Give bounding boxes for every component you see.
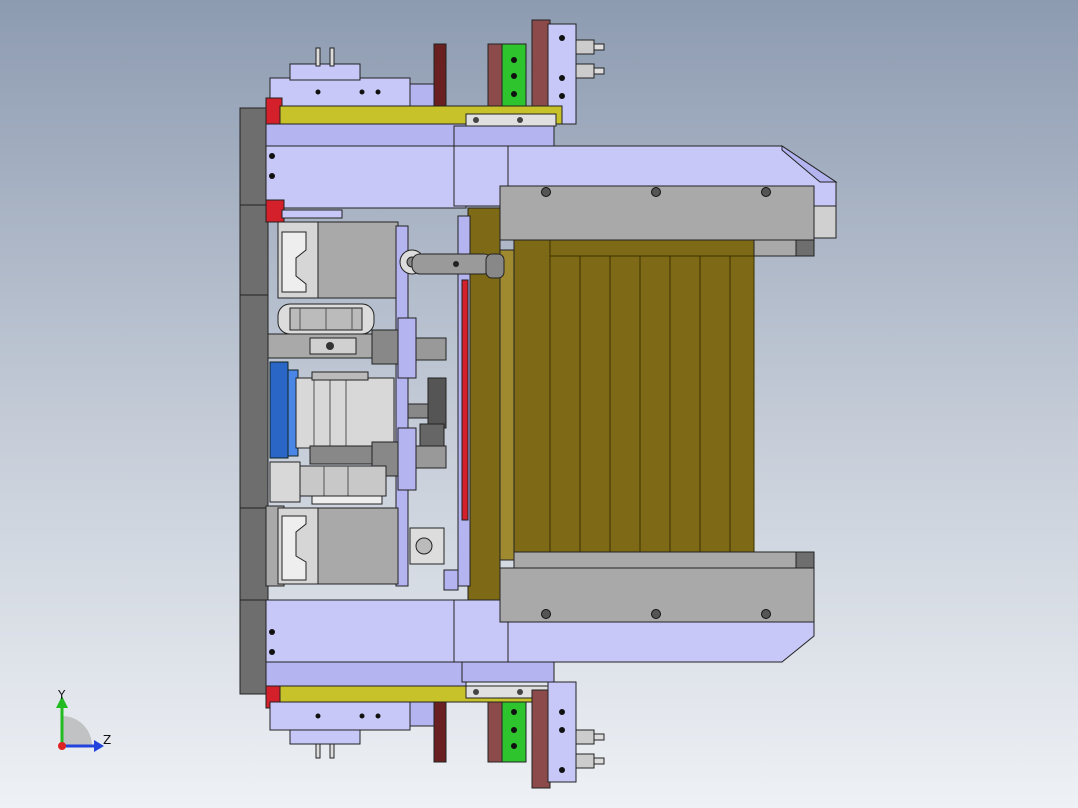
bottom-box-screw-2 xyxy=(651,609,661,619)
servo-motor xyxy=(295,371,395,449)
triad-y-label: Y xyxy=(57,688,66,702)
bottom-green-block xyxy=(501,701,527,763)
bottom-right-clamp xyxy=(547,681,605,783)
bottom-brown-post-right xyxy=(531,689,551,789)
cylinder-upper xyxy=(371,317,447,379)
left-base-plate xyxy=(239,107,269,695)
bottom-box-screw-3 xyxy=(761,609,771,619)
triad-x-axis xyxy=(58,742,66,750)
upper-rail-block xyxy=(265,199,399,299)
top-green-block xyxy=(501,43,527,107)
top-box-screw-1 xyxy=(541,187,551,197)
top-box-screw-2 xyxy=(651,187,661,197)
cad-viewport[interactable]: Y Z xyxy=(0,0,1078,808)
top-brown-post-left xyxy=(487,43,503,107)
top-maroon-post xyxy=(433,43,447,107)
triad-arc xyxy=(62,716,92,746)
lower-rail-block xyxy=(265,505,399,587)
top-box-screw-3 xyxy=(761,187,771,197)
bottom-lower-block xyxy=(269,701,435,759)
triad-z-label: Z xyxy=(103,733,111,747)
pulley-wheel xyxy=(277,303,375,335)
bottom-maroon-post xyxy=(433,701,447,763)
assembly-drawing: Y Z xyxy=(56,19,838,789)
top-upper-block xyxy=(269,47,435,109)
bottom-box-screw-1 xyxy=(541,609,551,619)
bottom-gray-box xyxy=(499,551,815,623)
lower-shaft-assembly xyxy=(269,461,387,505)
bottom-brown-post-left xyxy=(487,701,503,763)
olive-plate-stack xyxy=(513,239,755,571)
lower-roller-bracket xyxy=(409,527,459,591)
coordinate-triad: Y Z xyxy=(56,688,111,752)
top-brown-post-right xyxy=(531,19,551,113)
blue-belt-drive xyxy=(269,361,299,459)
